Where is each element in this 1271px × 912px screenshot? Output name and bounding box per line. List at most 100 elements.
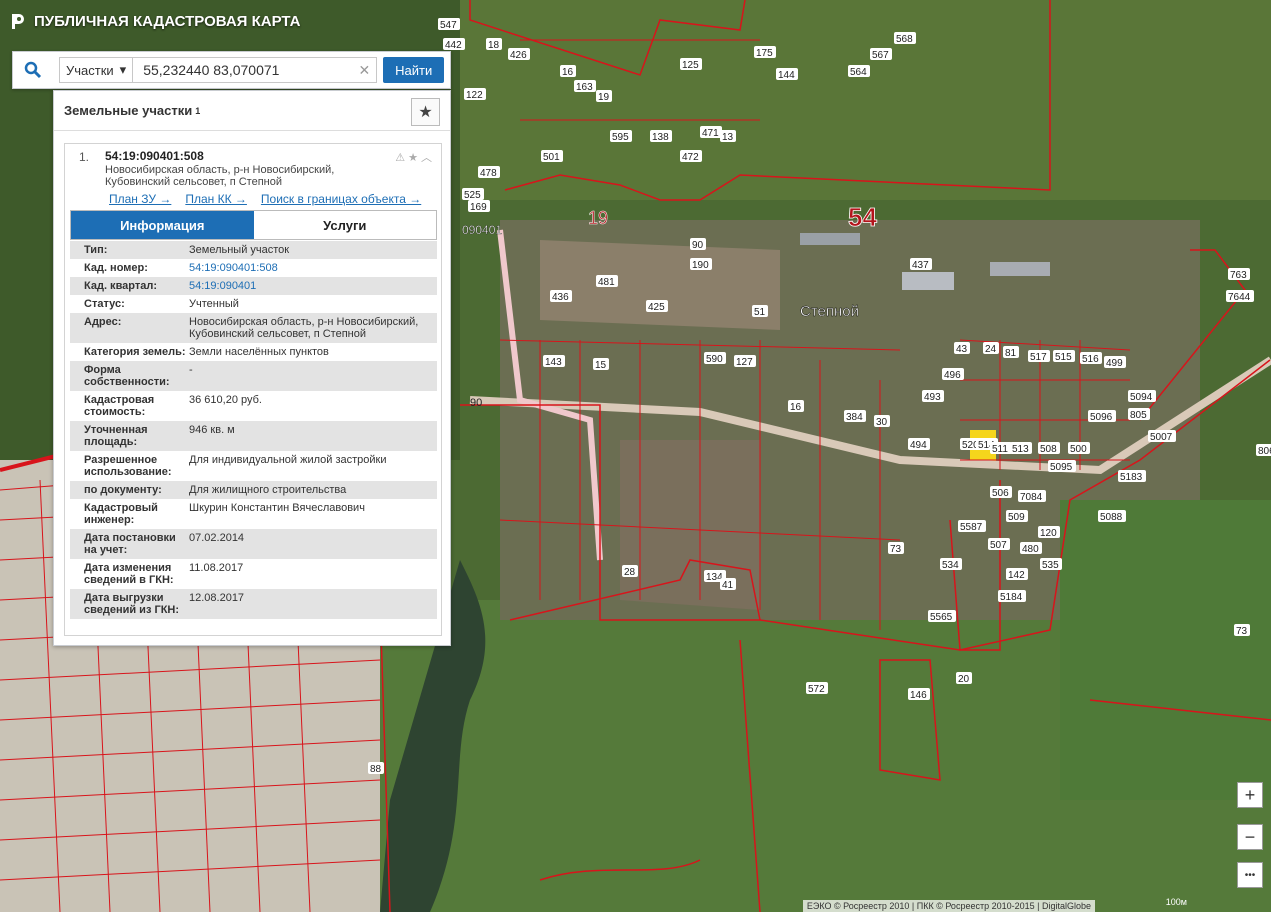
- parcel-label[interactable]: 5007: [1150, 432, 1173, 443]
- parcel-label[interactable]: 18: [488, 40, 500, 51]
- parcel-label[interactable]: 122: [466, 90, 483, 101]
- parcel-label[interactable]: 163: [576, 82, 593, 93]
- parcel-label[interactable]: 5095: [1050, 462, 1073, 473]
- parcel-label[interactable]: 507: [990, 540, 1007, 551]
- parcel-label[interactable]: 508: [1040, 444, 1057, 455]
- parcel-label[interactable]: 5183: [1120, 472, 1143, 483]
- parcel-label[interactable]: 19: [598, 92, 610, 103]
- parcel-label[interactable]: 125: [682, 60, 699, 71]
- parcel-label[interactable]: 175: [756, 48, 773, 59]
- more-button[interactable]: •••: [1237, 862, 1263, 888]
- parcel-label[interactable]: 16: [790, 402, 802, 413]
- parcel-label[interactable]: 146: [910, 690, 927, 701]
- parcel-label[interactable]: 534: [942, 560, 959, 571]
- parcel-label[interactable]: 190: [692, 260, 709, 271]
- tab-services[interactable]: Услуги: [253, 211, 436, 239]
- parcel-label[interactable]: 515: [1055, 352, 1072, 363]
- parcel-label[interactable]: 144: [778, 70, 795, 81]
- parcel-label[interactable]: 480: [1022, 544, 1039, 555]
- parcel-label[interactable]: 763: [1230, 270, 1247, 281]
- parcel-label[interactable]: 436: [552, 292, 569, 303]
- zoom-out-button[interactable]: −: [1237, 824, 1263, 850]
- parcel-label[interactable]: 516: [1082, 354, 1099, 365]
- parcel-label[interactable]: 5088: [1100, 512, 1123, 523]
- parcel-label[interactable]: 7084: [1020, 492, 1043, 503]
- parcel-label[interactable]: 437: [912, 260, 929, 271]
- search-type-select[interactable]: Участки ▾: [59, 57, 134, 83]
- parcel-label[interactable]: 535: [1042, 560, 1059, 571]
- parcel-label[interactable]: 471: [702, 128, 719, 139]
- parcel-label[interactable]: 568: [896, 34, 913, 45]
- warning-icon[interactable]: ⚠: [395, 152, 408, 164]
- parcel-label[interactable]: 127: [736, 357, 753, 368]
- parcel-label[interactable]: 51: [754, 307, 766, 318]
- parcel-label[interactable]: 24: [985, 344, 997, 355]
- parcel-label[interactable]: 500: [1070, 444, 1087, 455]
- parcel-label[interactable]: 138: [652, 132, 669, 143]
- app-brand[interactable]: ПУБЛИЧНАЯ КАДАСТРОВАЯ КАРТА: [10, 12, 300, 30]
- favorite-icon[interactable]: ★: [408, 152, 421, 164]
- card-actions[interactable]: ⚠★︿: [395, 149, 435, 165]
- plan-kk-link[interactable]: План КК →: [185, 192, 247, 206]
- parcel-label[interactable]: 73: [890, 544, 902, 555]
- result-cad-number[interactable]: 54:19:090401:508: [105, 149, 204, 163]
- parcel-label[interactable]: 5565: [930, 612, 953, 623]
- parcel-label[interactable]: 142: [1008, 570, 1025, 581]
- parcel-label[interactable]: 5587: [960, 522, 983, 533]
- parcel-label[interactable]: 81: [1005, 348, 1017, 359]
- parcel-label[interactable]: 20: [958, 674, 970, 685]
- parcel-label[interactable]: 478: [480, 168, 497, 179]
- parcel-label[interactable]: 506: [992, 488, 1009, 499]
- parcel-label[interactable]: 501: [543, 152, 560, 163]
- parcel-label[interactable]: 16: [562, 67, 574, 78]
- star-icon[interactable]: ★: [411, 98, 440, 126]
- parcel-label[interactable]: 442: [445, 40, 462, 51]
- parcel-label[interactable]: 73: [1236, 626, 1248, 637]
- parcel-label[interactable]: 90: [692, 240, 704, 251]
- parcel-label[interactable]: 41: [722, 580, 734, 591]
- parcel-label[interactable]: 806: [1258, 446, 1271, 457]
- parcel-label[interactable]: 5184: [1000, 592, 1023, 603]
- collapse-icon[interactable]: ︿: [421, 152, 435, 164]
- parcel-label[interactable]: 509: [1008, 512, 1025, 523]
- parcel-label[interactable]: 472: [682, 152, 699, 163]
- attribute-value[interactable]: 54:19:090401:508: [189, 262, 437, 274]
- parcel-label[interactable]: 28: [624, 567, 636, 578]
- parcel-label[interactable]: 15: [595, 360, 607, 371]
- parcel-label[interactable]: 572: [808, 684, 825, 695]
- parcel-label[interactable]: 564: [850, 67, 867, 78]
- tab-information[interactable]: Информация: [71, 211, 254, 239]
- parcel-label[interactable]: 13: [722, 132, 734, 143]
- parcel-label[interactable]: 595: [612, 132, 629, 143]
- parcel-label[interactable]: 43: [956, 344, 968, 355]
- parcel-label[interactable]: 493: [924, 392, 941, 403]
- parcel-label[interactable]: 511: [992, 444, 1008, 455]
- parcel-label[interactable]: 169: [470, 202, 487, 213]
- parcel-label[interactable]: 805: [1130, 410, 1147, 421]
- attribute-value[interactable]: 54:19:090401: [189, 280, 437, 292]
- parcel-label[interactable]: 517: [1030, 352, 1047, 363]
- parcel-label[interactable]: 5094: [1130, 392, 1153, 403]
- parcel-label[interactable]: 494: [910, 440, 927, 451]
- parcel-label[interactable]: 481: [598, 277, 615, 288]
- parcel-label[interactable]: 525: [464, 190, 481, 201]
- parcel-label[interactable]: 5096: [1090, 412, 1113, 423]
- parcel-label[interactable]: 590: [706, 354, 723, 365]
- parcel-label[interactable]: 425: [648, 302, 665, 313]
- clear-icon[interactable]: ✕: [358, 62, 370, 79]
- parcel-label[interactable]: 88: [370, 764, 382, 775]
- zoom-in-button[interactable]: +: [1237, 782, 1263, 808]
- parcel-label[interactable]: 513: [1012, 444, 1029, 455]
- parcel-label[interactable]: 384: [846, 412, 863, 423]
- search-within-link[interactable]: Поиск в границах объекта →: [261, 192, 421, 206]
- parcel-label[interactable]: 120: [1040, 528, 1057, 539]
- plan-zu-link[interactable]: План ЗУ →: [109, 192, 171, 206]
- parcel-label[interactable]: 7644: [1228, 292, 1251, 303]
- parcel-label[interactable]: 143: [545, 357, 562, 368]
- parcel-label[interactable]: 499: [1106, 358, 1123, 369]
- parcel-label[interactable]: 496: [944, 370, 961, 381]
- parcel-label[interactable]: 30: [876, 417, 888, 428]
- search-submit-button[interactable]: Найти: [383, 57, 445, 83]
- search-icon[interactable]: [13, 52, 53, 88]
- search-input[interactable]: 55,232440 83,070071 ✕: [133, 57, 378, 83]
